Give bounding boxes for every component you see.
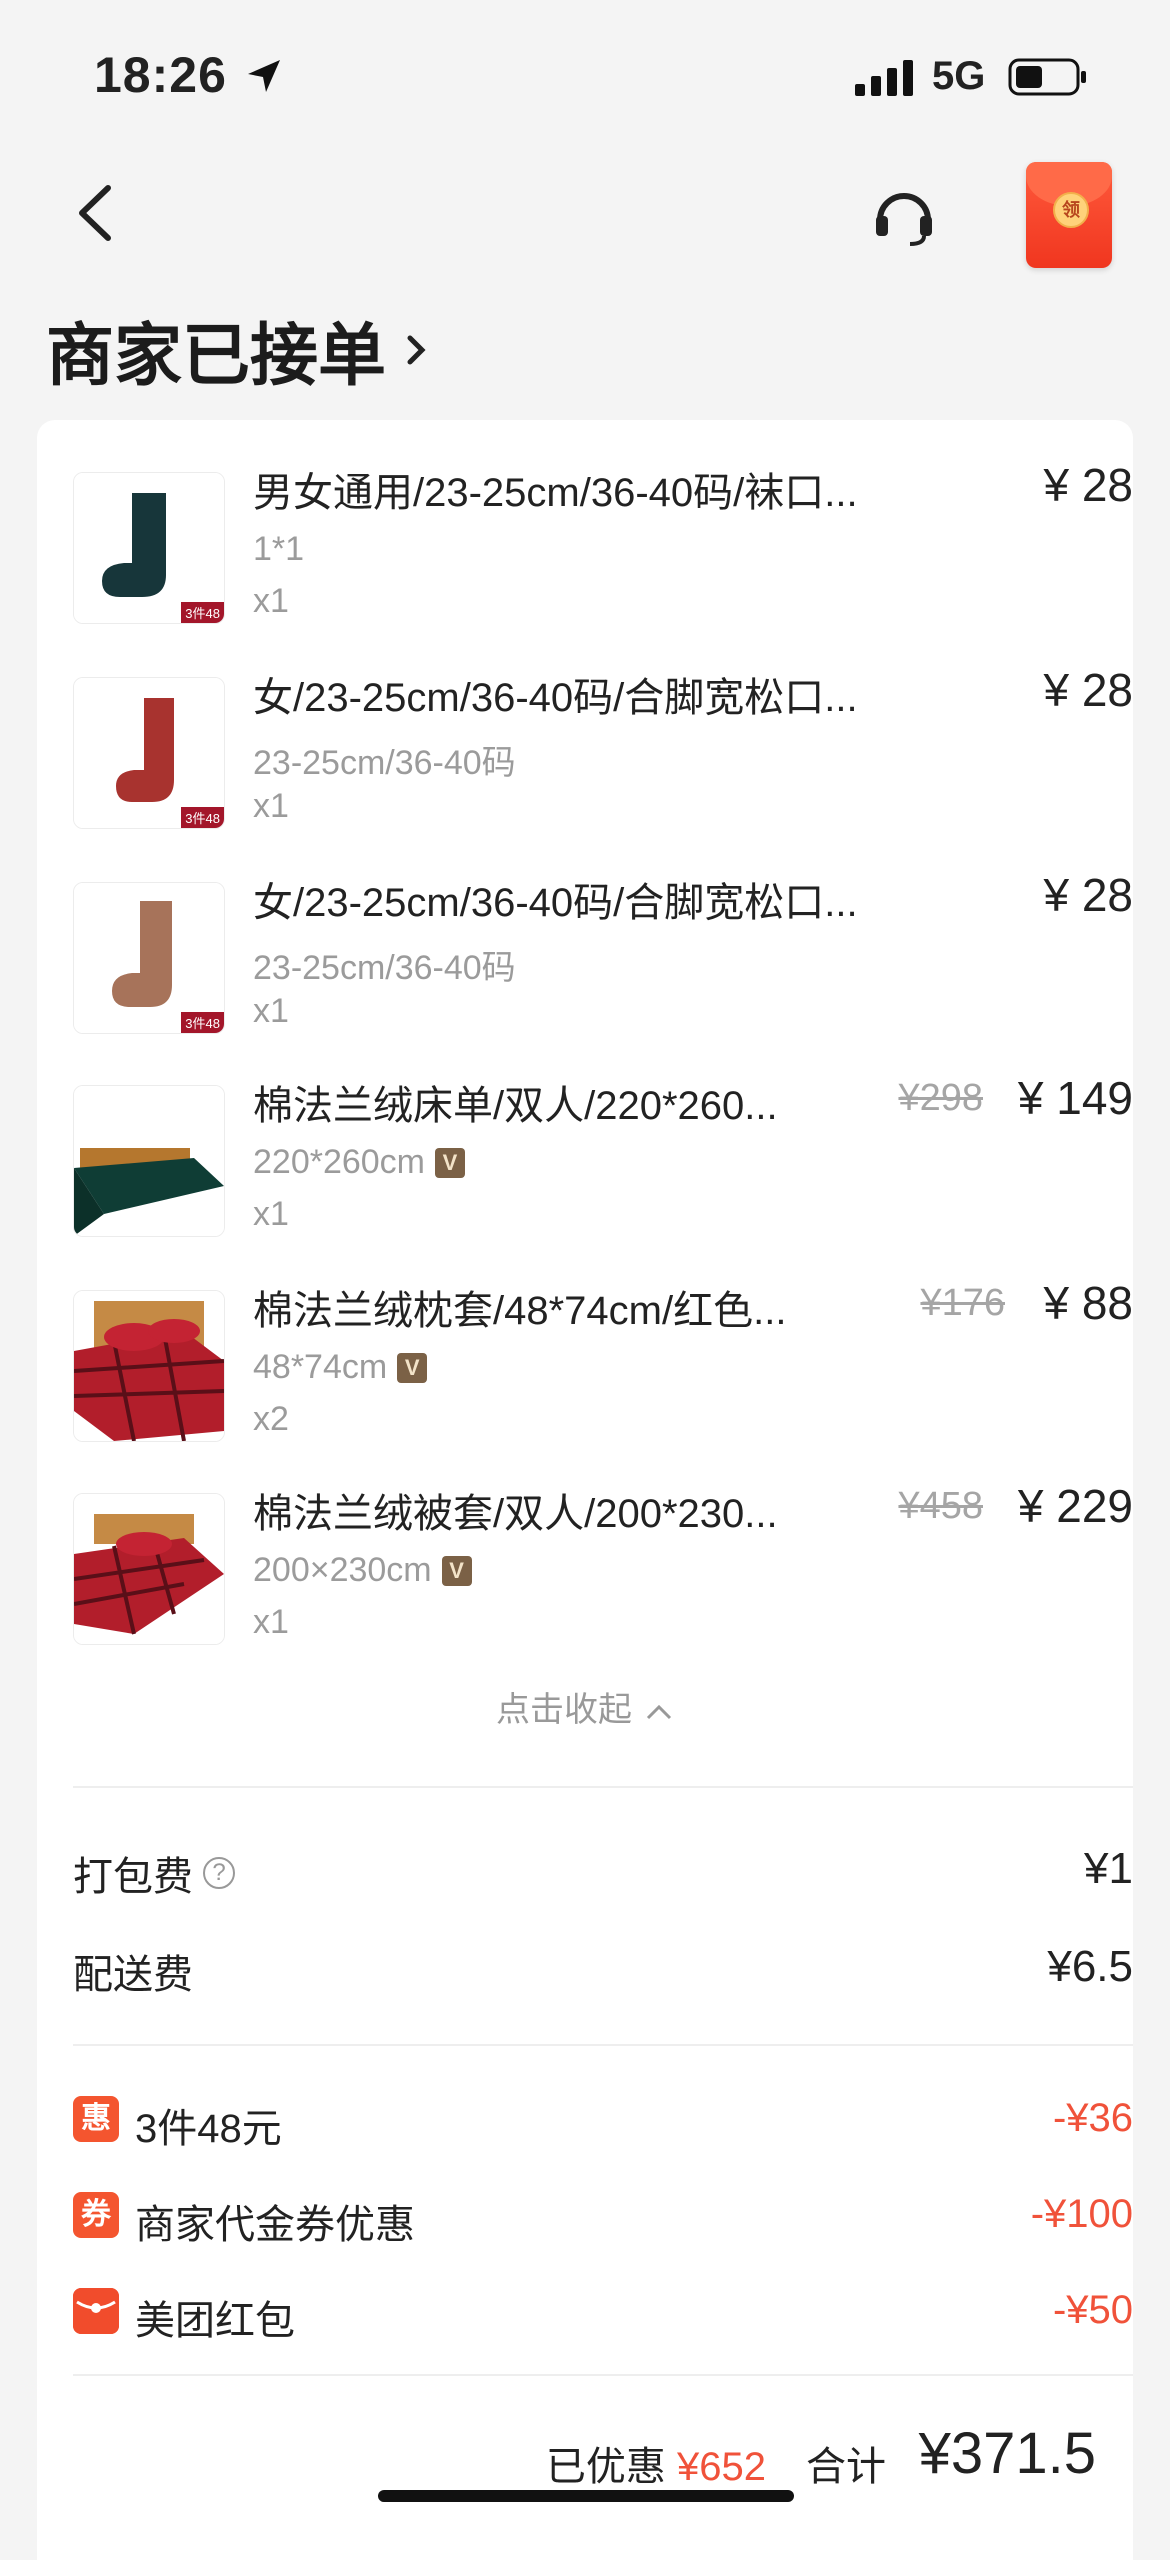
product-thumbnail: 3件48 [73,882,225,1034]
red-packet-coin: 领 [1053,192,1089,228]
verified-badge-icon: V [441,1555,472,1586]
red-packet-icon [73,2288,119,2334]
original-price: ¥298 [898,1077,983,1119]
product-spec: 200×230cm V [253,1551,472,1590]
discount-label: 美团红包 [135,2299,295,2343]
order-item[interactable]: 棉法兰绒枕套/48*74cm/红色... 48*74cm V x2 ¥176 ¥ 88 [73,1238,1133,1442]
coupon-icon: 券 [73,2192,119,2238]
discount-hui-icon: 惠 [73,2096,119,2142]
order-item[interactable]: 棉法兰绒床单/双人/220*260... 220*260cm V x1 ¥298 ¥ 14… [73,1033,1133,1237]
product-name: 女/23-25cm/36-40码/合脚宽松口... [253,676,858,720]
product-name: 棉法兰绒被套/双人/200*230... [253,1492,778,1536]
product-quantity: x1 [253,1603,289,1641]
fee-row-packing: 打包费? ¥1 [73,1844,1133,1904]
order-item[interactable]: 3件48 女/23-25cm/36-40码/合脚宽松口... 23-25cm/36-… [73,830,1133,1034]
order-status-title[interactable]: 商家已接单 [46,300,430,399]
product-spec: 23-25cm/36-40码 [253,949,516,987]
product-name: 男女通用/23-25cm/36-40码/袜口... [253,471,858,515]
chevron-right-icon [407,335,426,364]
status-bar: 18:26 5G [0,0,1170,150]
fee-value: ¥6.5 [1047,1942,1133,1991]
product-name: 女/23-25cm/36-40码/合脚宽松口... [253,881,858,925]
product-price: ¥ 88 [1043,1277,1133,1329]
divider [73,2044,1133,2046]
network-type: 5G [932,54,986,98]
discount-row: 美团红包 -¥50 [73,2288,1133,2348]
location-arrow-icon [248,60,280,92]
status-time: 18:26 [94,47,227,103]
saved-value: ¥652 [677,2445,766,2489]
product-price: ¥ 229 [1017,1480,1133,1532]
product-spec: 48*74cm V [253,1348,428,1387]
discount-label: 商家代金券优惠 [135,2203,415,2247]
saved-label: 已优惠 [545,2445,666,2489]
red-packet-button[interactable]: 领 [1026,162,1112,268]
product-spec: 220*260cm V [253,1143,466,1182]
collapse-button[interactable]: 点击收起 [37,1682,1133,1731]
verified-badge-icon: V [397,1352,428,1383]
fee-row-delivery: 配送费 ¥6.5 [73,1942,1133,2002]
product-price: ¥ 28 [1043,459,1133,511]
verified-badge-icon: V [435,1147,466,1178]
product-price: ¥ 28 [1043,664,1133,716]
product-quantity: x1 [253,992,289,1030]
order-item[interactable]: 3件48 男女通用/23-25cm/36-40码/袜口... 1*1 x1 ¥ 28 [73,420,1133,624]
discount-value: -¥36 [1052,2096,1133,2140]
product-price: ¥ 28 [1043,869,1133,921]
divider [73,2374,1133,2376]
order-status-text: 商家已接单 [46,318,387,394]
back-button[interactable] [68,178,124,248]
product-thumbnail: 3件48 [73,677,225,829]
product-name: 棉法兰绒床单/双人/220*260... [253,1084,778,1128]
order-card: 3件48 男女通用/23-25cm/36-40码/袜口... 1*1 x1 ¥ 28 3件… [37,420,1133,2560]
discount-row: 券 商家代金券优惠 -¥100 [73,2192,1133,2252]
promo-tag: 3件48 [181,1012,224,1033]
product-thumbnail [73,1493,225,1645]
product-price: ¥ 149 [1017,1072,1133,1124]
signal-bars-icon [855,60,913,96]
order-item[interactable]: 棉法兰绒被套/双人/200*230... 200×230cm V x1 ¥458 ¥ 22… [73,1441,1133,1645]
customer-service-headset-icon[interactable] [872,186,936,246]
product-thumbnail: 3件48 [73,472,225,624]
fee-label: 打包费 [73,1855,193,1899]
fee-value: ¥1 [1084,1844,1133,1893]
collapse-label: 点击收起 [496,1691,632,1729]
product-thumbnail [73,1290,225,1442]
product-spec: 1*1 [253,530,305,568]
product-name: 棉法兰绒枕套/48*74cm/红色... [253,1289,787,1333]
order-item[interactable]: 3件48 女/23-25cm/36-40码/合脚宽松口... 23-25cm/36-… [73,625,1133,829]
original-price: ¥458 [898,1485,983,1527]
discount-label: 3件48元 [135,2107,282,2151]
divider [73,1786,1133,1788]
promo-tag: 3件48 [181,602,224,623]
total-label: 合计 [806,2445,886,2489]
original-price: ¥176 [920,1282,1005,1324]
discount-value: -¥50 [1052,2288,1133,2332]
product-quantity: x1 [253,1195,289,1233]
home-indicator [378,2490,794,2502]
discount-row: 惠 3件48元 -¥36 [73,2096,1133,2156]
chevron-up-icon [646,1704,672,1720]
product-quantity: x1 [253,787,289,825]
promo-tag: 3件48 [181,807,224,828]
total-value: ¥371.5 [918,2421,1096,2486]
product-quantity: x2 [253,1400,289,1438]
product-spec: 23-25cm/36-40码 [253,744,516,782]
discount-value: -¥100 [1030,2192,1133,2236]
help-icon[interactable]: ? [203,1857,235,1889]
product-thumbnail [73,1085,225,1237]
fee-label: 配送费 [73,1953,193,1997]
saved-amount: 已优惠 ¥652 [546,2434,766,2492]
total-row: 已优惠 ¥652 合计 ¥371.5 [36,2420,1096,2500]
battery-icon [1008,58,1086,96]
product-quantity: x1 [253,582,289,620]
